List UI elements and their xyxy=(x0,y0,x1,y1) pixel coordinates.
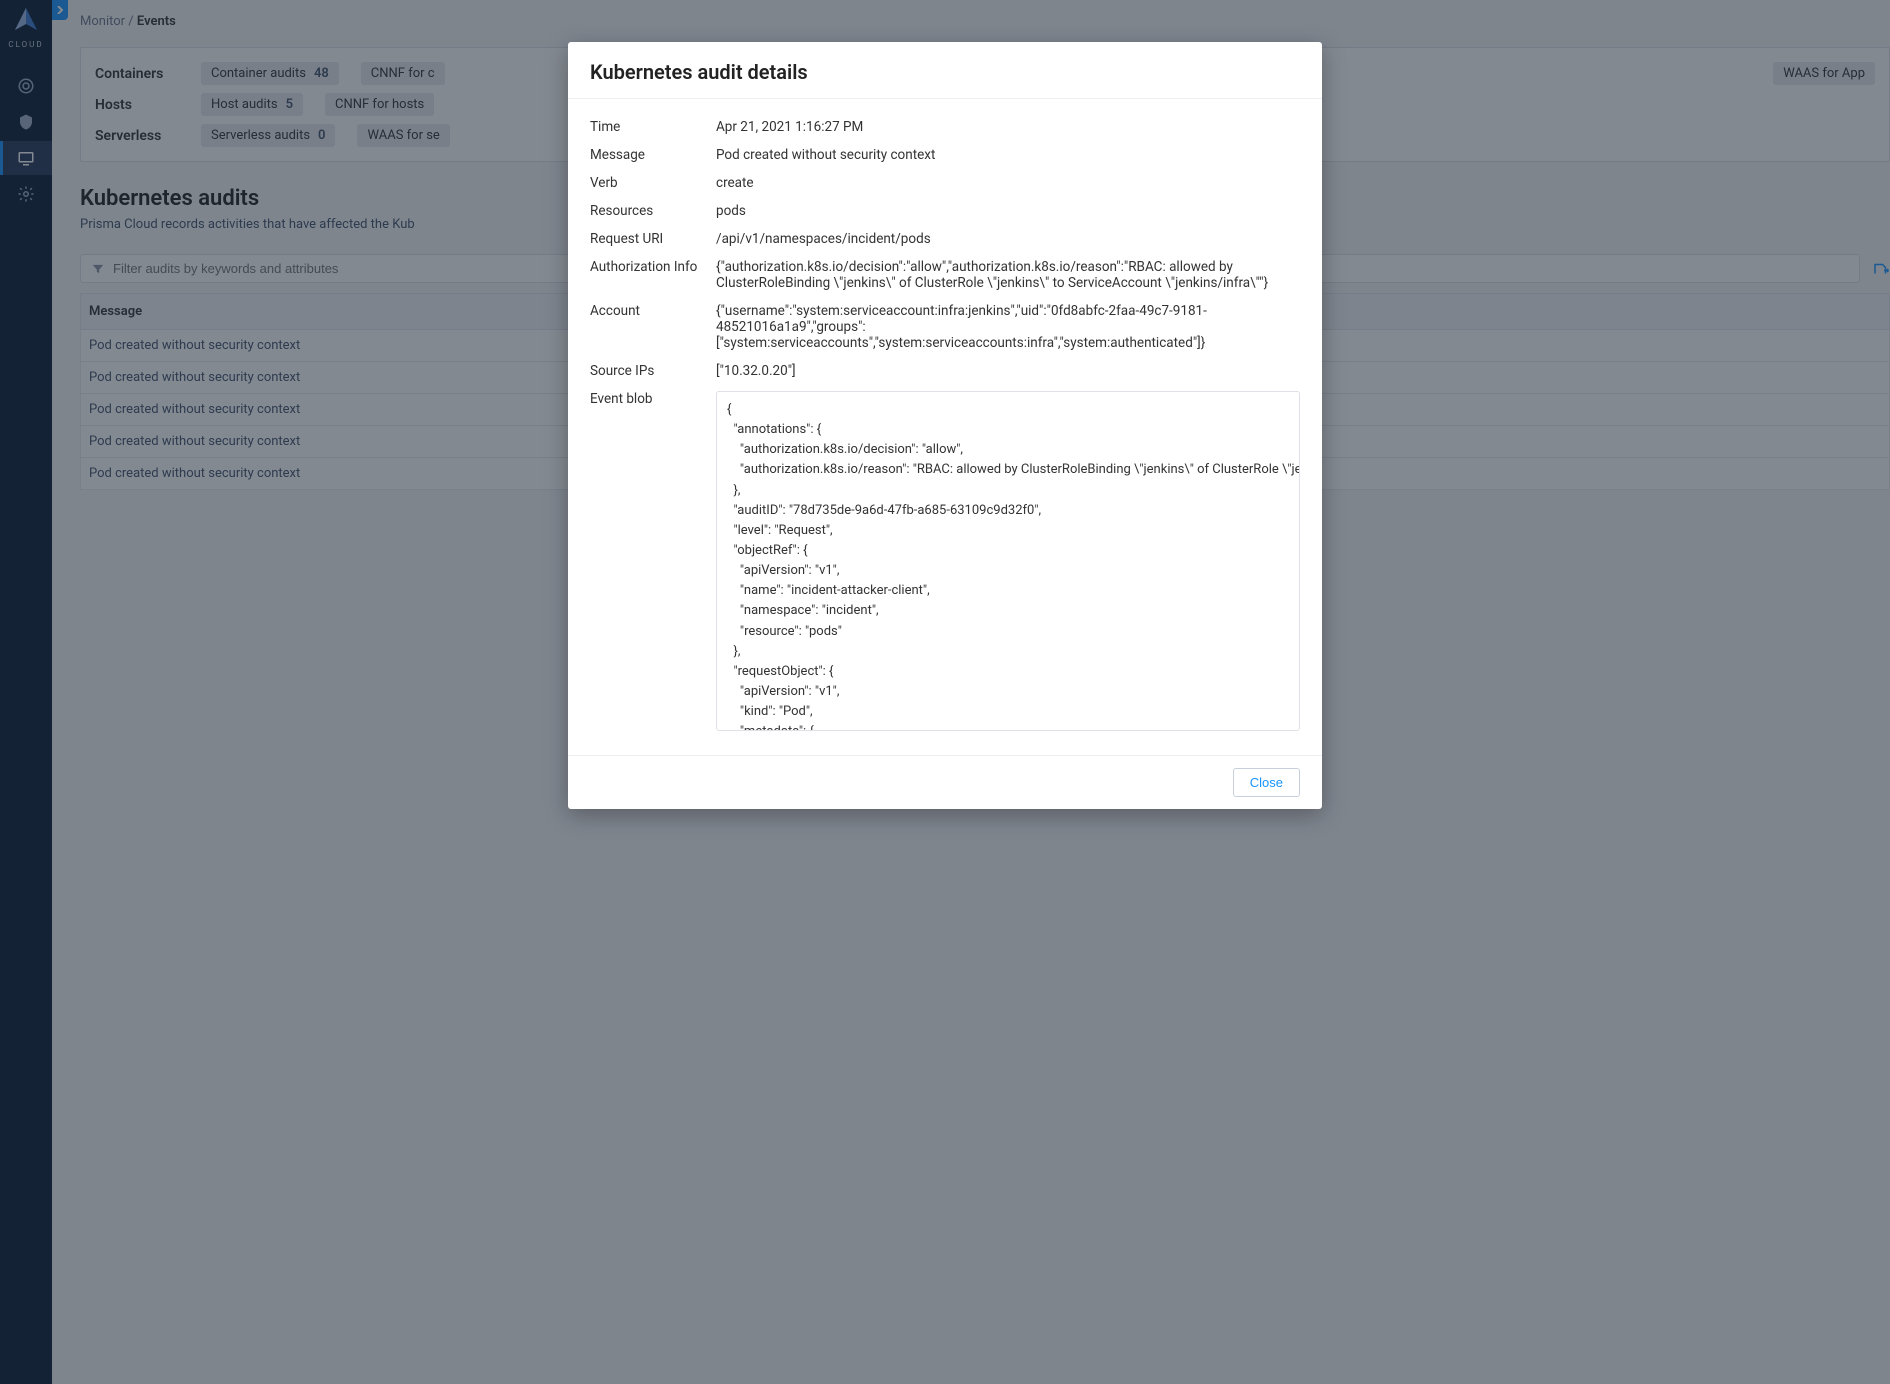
detail-val-resources: pods xyxy=(716,203,1300,219)
audit-details-modal: Kubernetes audit details TimeApr 21, 202… xyxy=(568,42,1322,809)
detail-val-verb: create xyxy=(716,175,1300,191)
detail-key-time: Time xyxy=(590,119,716,135)
close-button[interactable]: Close xyxy=(1233,768,1300,797)
detail-key-request-uri: Request URI xyxy=(590,231,716,247)
modal-overlay[interactable]: Kubernetes audit details TimeApr 21, 202… xyxy=(0,0,1890,1384)
detail-val-time: Apr 21, 2021 1:16:27 PM xyxy=(716,119,1300,135)
detail-key-resources: Resources xyxy=(590,203,716,219)
detail-key-event-blob: Event blob xyxy=(590,391,716,731)
detail-key-verb: Verb xyxy=(590,175,716,191)
detail-val-authz: {"authorization.k8s.io/decision":"allow"… xyxy=(716,259,1300,291)
detail-key-message: Message xyxy=(590,147,716,163)
detail-val-source-ips: ["10.32.0.20"] xyxy=(716,363,1300,379)
modal-title: Kubernetes audit details xyxy=(590,60,1300,84)
detail-val-account: {"username":"system:serviceaccount:infra… xyxy=(716,303,1300,351)
detail-key-source-ips: Source IPs xyxy=(590,363,716,379)
detail-val-request-uri: /api/v1/namespaces/incident/pods xyxy=(716,231,1300,247)
event-blob-box[interactable]: { "annotations": { "authorization.k8s.io… xyxy=(716,391,1300,731)
detail-key-authz: Authorization Info xyxy=(590,259,716,291)
detail-val-message: Pod created without security context xyxy=(716,147,1300,163)
modal-body: TimeApr 21, 2021 1:16:27 PM MessagePod c… xyxy=(568,99,1322,755)
detail-key-account: Account xyxy=(590,303,716,351)
modal-footer: Close xyxy=(568,755,1322,809)
modal-header: Kubernetes audit details xyxy=(568,42,1322,99)
